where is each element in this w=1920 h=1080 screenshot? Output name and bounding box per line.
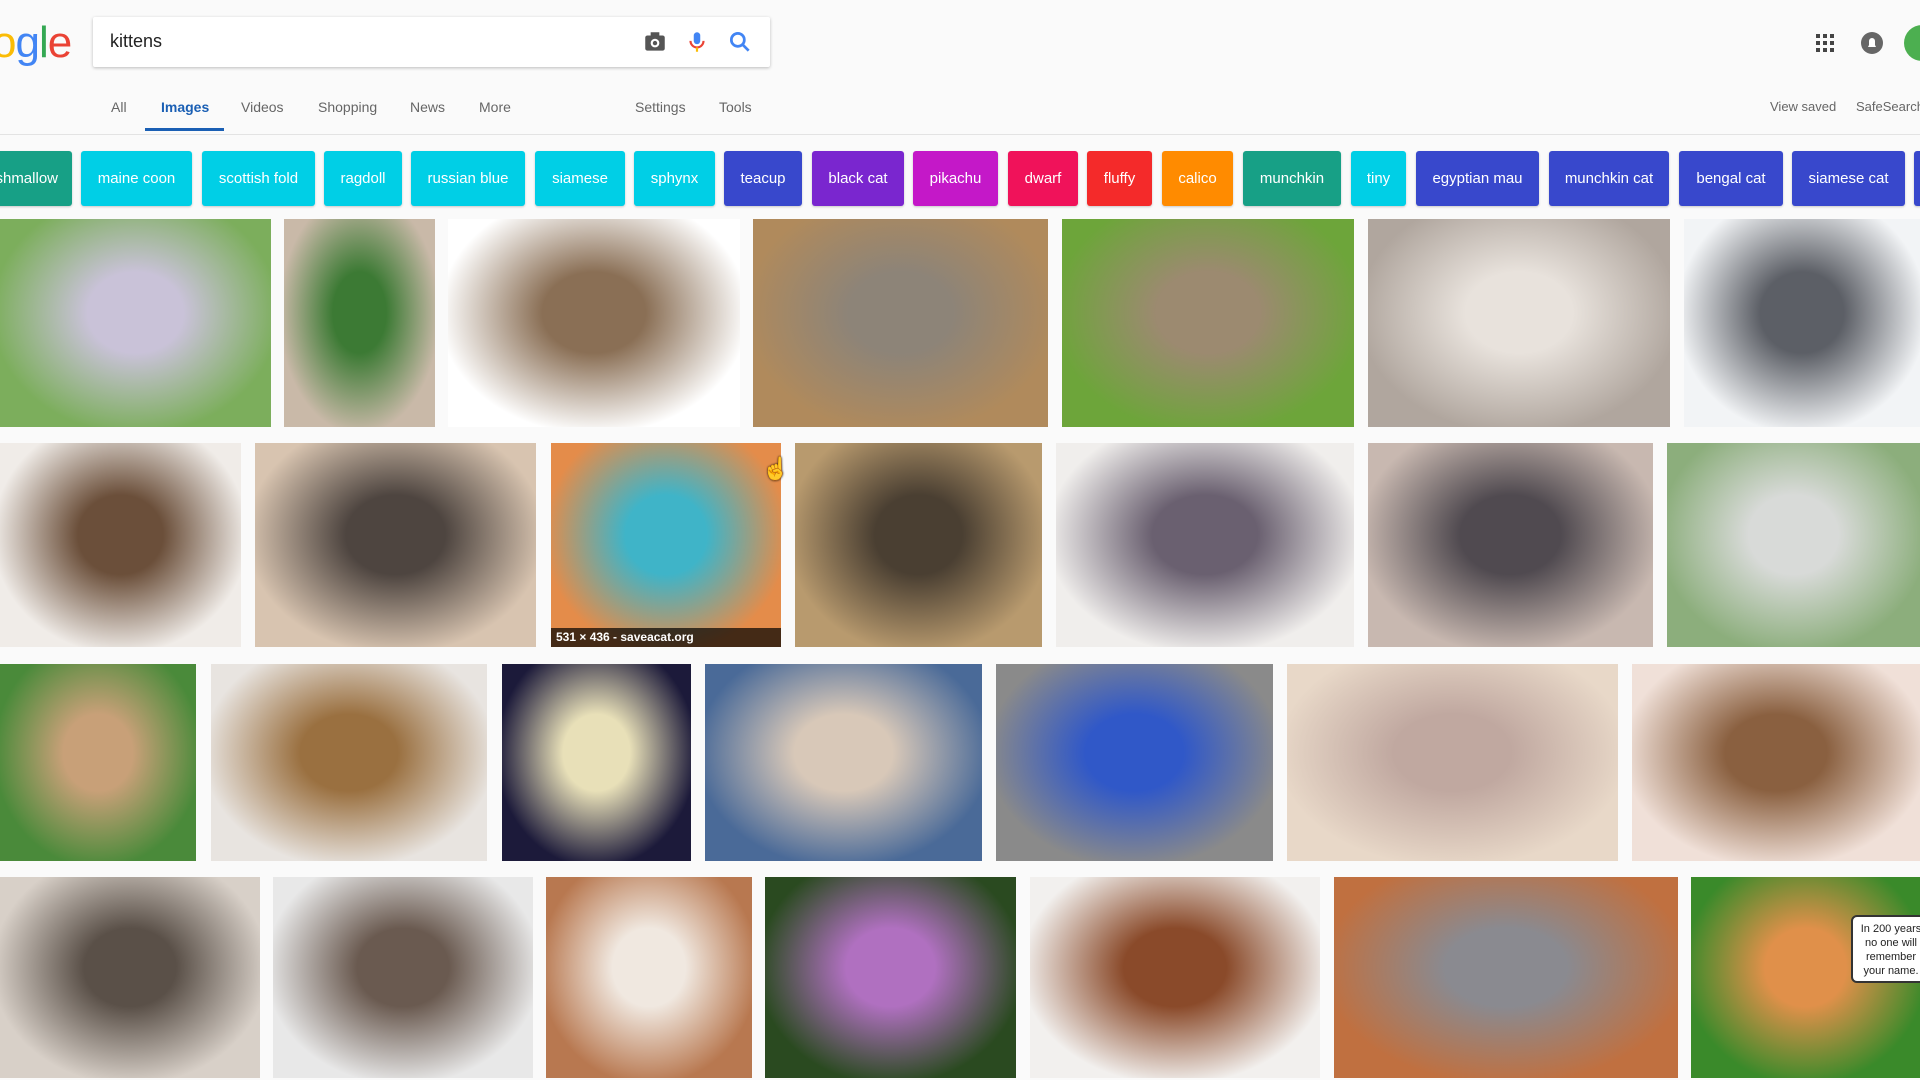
image-result-kitten[interactable] — [0, 664, 196, 861]
chip-black-cat[interactable]: black cat — [812, 151, 904, 206]
chip-dwarf[interactable]: dwarf — [1008, 151, 1078, 206]
image-size-source-overlay: 531 × 436 - saveacat.org — [551, 628, 781, 647]
image-result-kitten[interactable] — [273, 877, 533, 1078]
image-result-kitten[interactable] — [502, 664, 691, 861]
image-result-kitten[interactable] — [1287, 664, 1618, 861]
chip-tiny[interactable]: tiny — [1351, 151, 1406, 206]
chip-fluffy[interactable]: fluffy — [1087, 151, 1152, 206]
settings-link[interactable]: Settings — [635, 99, 686, 115]
search-box[interactable] — [93, 17, 770, 67]
image-result-kitten[interactable] — [996, 664, 1273, 861]
chip-russian-blue[interactable]: russian blue — [411, 151, 525, 206]
microphone-icon[interactable] — [684, 29, 710, 55]
image-result-kitten[interactable] — [1368, 443, 1653, 647]
safesearch-link[interactable]: SafeSearch — [1856, 99, 1920, 114]
image-result-kitten[interactable] — [1062, 219, 1354, 427]
tab-images[interactable]: Images — [161, 99, 209, 115]
chip-sphynx[interactable]: sphynx — [634, 151, 715, 206]
bell-icon[interactable] — [1860, 31, 1884, 55]
chip-calico[interactable]: calico — [1162, 151, 1233, 206]
chip-marshmallow[interactable]: marshmallow — [0, 151, 72, 206]
chip-teacup[interactable]: teacup — [724, 151, 802, 206]
image-result-kitten[interactable] — [0, 443, 241, 647]
chip-more[interactable] — [1914, 151, 1920, 206]
mouse-cursor: ☝ — [762, 456, 790, 481]
chip-siamese-cat[interactable]: siamese cat — [1792, 151, 1905, 206]
chip-siamese[interactable]: siamese — [535, 151, 625, 206]
view-saved-link[interactable]: View saved — [1770, 99, 1836, 114]
image-result-kitten[interactable] — [255, 443, 536, 647]
image-result-kitten[interactable] — [1632, 664, 1920, 861]
tab-all[interactable]: All — [111, 99, 127, 115]
tab-more[interactable]: More — [479, 99, 511, 115]
image-result-kitten[interactable] — [1334, 877, 1678, 1078]
tools-link[interactable]: Tools — [719, 99, 752, 115]
image-result-kitten[interactable] — [1667, 443, 1920, 647]
image-result-kitten[interactable] — [1684, 219, 1920, 427]
chip-munchkin[interactable]: munchkin — [1243, 151, 1341, 206]
tab-shopping[interactable]: Shopping — [318, 99, 377, 115]
image-result-kitten[interactable] — [546, 877, 752, 1078]
chip-bengal-cat[interactable]: bengal cat — [1679, 151, 1783, 206]
apps-grid-icon[interactable] — [1814, 32, 1836, 54]
avatar[interactable] — [1904, 25, 1920, 61]
image-result-kitten[interactable] — [1368, 219, 1670, 427]
chip-pikachu[interactable]: pikachu — [913, 151, 998, 206]
chip-ragdoll[interactable]: ragdoll — [324, 151, 402, 206]
search-input[interactable] — [110, 31, 590, 52]
image-result-kitten[interactable] — [0, 219, 271, 427]
tab-videos[interactable]: Videos — [241, 99, 284, 115]
google-logo[interactable]: ogle — [0, 18, 72, 68]
chip-maine-coon[interactable]: maine coon — [81, 151, 192, 206]
tab-news[interactable]: News — [410, 99, 445, 115]
chip-egyptian-mau[interactable]: egyptian mau — [1416, 151, 1539, 206]
image-result-kitten[interactable] — [705, 664, 982, 861]
chip-munchkin-cat[interactable]: munchkin cat — [1549, 151, 1669, 206]
image-result-kitten[interactable] — [753, 219, 1048, 427]
image-result-kitten[interactable] — [551, 443, 781, 647]
image-result-kitten[interactable] — [448, 219, 740, 427]
active-tab-indicator — [145, 128, 224, 131]
image-result-kitten[interactable] — [284, 219, 435, 427]
image-result-kitten[interactable] — [211, 664, 487, 861]
camera-icon[interactable] — [642, 29, 668, 55]
image-result-kitten[interactable] — [795, 443, 1042, 647]
header-divider — [0, 134, 1920, 135]
image-result-kitten[interactable] — [1056, 443, 1354, 647]
image-result-kitten[interactable] — [765, 877, 1016, 1078]
chip-scottish-fold[interactable]: scottish fold — [202, 151, 315, 206]
search-icon[interactable] — [727, 29, 753, 55]
image-result-kitten[interactable] — [1030, 877, 1320, 1078]
image-result-kitten[interactable] — [0, 877, 260, 1078]
meme-speech-bubble: In 200 years no one will remember your n… — [1851, 915, 1920, 983]
